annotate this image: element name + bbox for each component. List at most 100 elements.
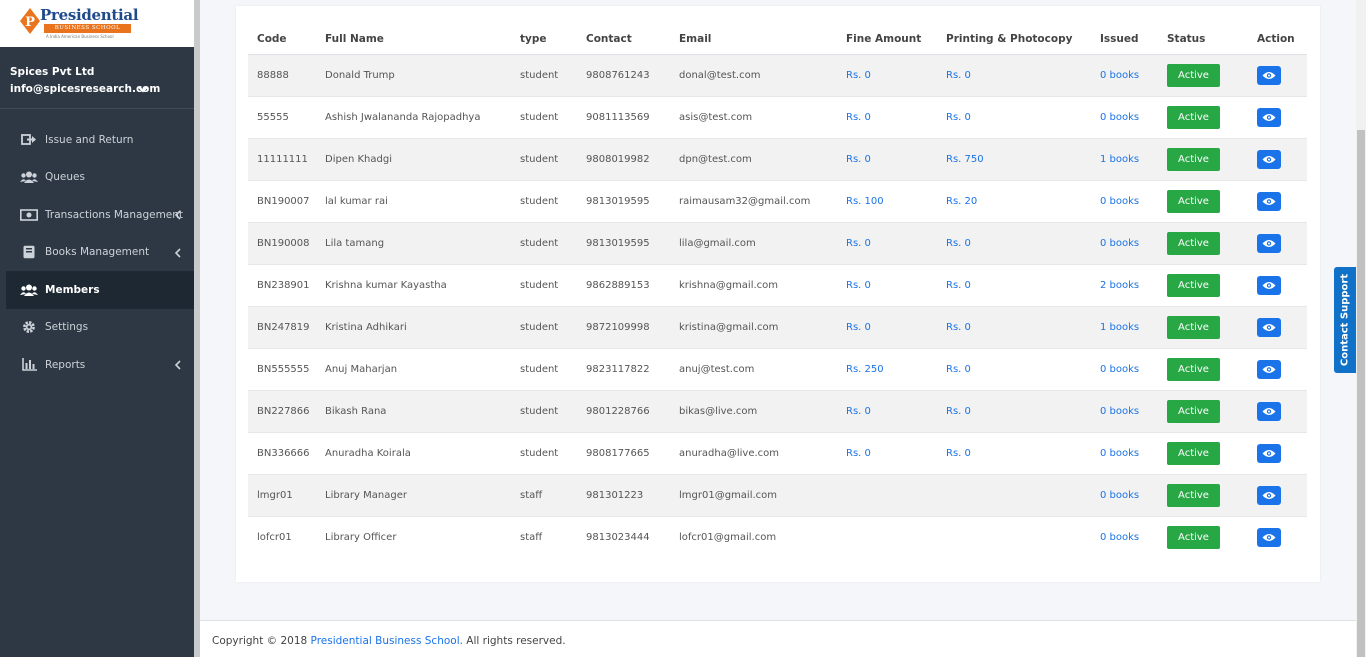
- cell-fine-amount[interactable]: Rs. 0: [837, 305, 937, 348]
- status-badge[interactable]: Active: [1167, 357, 1220, 381]
- cell-fine-amount[interactable]: Rs. 0: [837, 389, 937, 432]
- cell-issued[interactable]: 1 books: [1091, 305, 1158, 348]
- cell-status: Active: [1158, 221, 1248, 264]
- status-badge[interactable]: Active: [1167, 189, 1220, 213]
- cell-action: [1248, 389, 1307, 432]
- status-badge[interactable]: Active: [1167, 525, 1220, 549]
- cell-printing[interactable]: Rs. 20: [937, 179, 1091, 222]
- view-member-button[interactable]: [1257, 65, 1281, 85]
- sidebar-item-reports[interactable]: Reports: [6, 346, 194, 384]
- view-member-button[interactable]: [1257, 317, 1281, 337]
- cell-printing[interactable]: Rs. 0: [937, 431, 1091, 474]
- status-badge[interactable]: Active: [1167, 63, 1220, 87]
- cell-printing[interactable]: Rs. 0: [937, 389, 1091, 432]
- cell-printing[interactable]: Rs. 0: [937, 95, 1091, 138]
- status-badge[interactable]: Active: [1167, 147, 1220, 171]
- cell-fine-amount[interactable]: [837, 473, 937, 516]
- cell-fine-amount[interactable]: Rs. 0: [837, 263, 937, 306]
- sidebar-item-books-management[interactable]: Books Management: [6, 234, 194, 272]
- sidebar-item-queues[interactable]: Queues: [6, 159, 194, 197]
- cell-printing[interactable]: Rs. 0: [937, 53, 1091, 96]
- cell-issued[interactable]: 1 books: [1091, 137, 1158, 180]
- view-member-button[interactable]: [1257, 401, 1281, 421]
- cell-printing[interactable]: [937, 515, 1091, 558]
- status-badge[interactable]: Active: [1167, 231, 1220, 255]
- status-badge[interactable]: Active: [1167, 441, 1220, 465]
- cell-action: [1248, 431, 1307, 474]
- sidebar-item-issue-and-return[interactable]: Issue and Return: [6, 121, 194, 159]
- sidebar-item-members[interactable]: Members: [6, 271, 194, 309]
- contact-support-button[interactable]: Contact Support: [1334, 267, 1356, 373]
- column-header-status[interactable]: Status: [1158, 24, 1248, 55]
- chevron-down-icon[interactable]: [137, 84, 149, 94]
- column-header-full-name[interactable]: Full Name: [316, 24, 511, 55]
- cell-issued[interactable]: 2 books: [1091, 263, 1158, 306]
- column-header-printing[interactable]: Printing & Photocopy: [937, 24, 1091, 55]
- sidebar-scrollbar-thumb[interactable]: [194, 0, 200, 657]
- footer-brand-link[interactable]: Presidential Business School.: [311, 635, 463, 647]
- cell-code: lmgr01: [248, 473, 316, 516]
- cell-fine-amount[interactable]: [837, 515, 937, 558]
- cell-printing[interactable]: Rs. 0: [937, 263, 1091, 306]
- cell-status: Active: [1158, 95, 1248, 138]
- cell-fine-amount[interactable]: Rs. 0: [837, 53, 937, 96]
- cell-issued[interactable]: 0 books: [1091, 389, 1158, 432]
- view-member-button[interactable]: [1257, 149, 1281, 169]
- cell-issued[interactable]: 0 books: [1091, 179, 1158, 222]
- sidebar-item-transactions-management[interactable]: Transactions Management: [6, 196, 194, 234]
- cell-issued[interactable]: 0 books: [1091, 221, 1158, 264]
- cell-fine-amount[interactable]: Rs. 0: [837, 431, 937, 474]
- view-member-button[interactable]: [1257, 443, 1281, 463]
- view-member-button[interactable]: [1257, 527, 1281, 547]
- cell-issued[interactable]: 0 books: [1091, 473, 1158, 516]
- view-member-button[interactable]: [1257, 359, 1281, 379]
- view-member-button[interactable]: [1257, 107, 1281, 127]
- status-badge[interactable]: Active: [1167, 273, 1220, 297]
- cell-issued[interactable]: 0 books: [1091, 53, 1158, 96]
- cell-full-name: Library Manager: [316, 473, 511, 516]
- view-member-button[interactable]: [1257, 191, 1281, 211]
- view-member-button[interactable]: [1257, 233, 1281, 253]
- cell-printing[interactable]: Rs. 750: [937, 137, 1091, 180]
- cell-printing[interactable]: [937, 473, 1091, 516]
- logo[interactable]: P Presidential BUSINESS SCHOOL A India A…: [0, 0, 194, 47]
- cell-status: Active: [1158, 263, 1248, 306]
- cell-issued[interactable]: 0 books: [1091, 431, 1158, 474]
- column-header-email[interactable]: Email: [670, 24, 837, 55]
- sidebar-item-label: Queues: [45, 171, 85, 184]
- cell-printing[interactable]: Rs. 0: [937, 347, 1091, 390]
- status-badge[interactable]: Active: [1167, 483, 1220, 507]
- column-header-fine-amount[interactable]: Fine Amount: [837, 24, 937, 55]
- page-scrollbar[interactable]: [1356, 0, 1366, 657]
- column-header-type[interactable]: type: [511, 24, 577, 55]
- user-panel[interactable]: Spices Pvt Ltd info@spicesresearch.com: [0, 47, 194, 109]
- page-scrollbar-thumb[interactable]: [1357, 130, 1365, 657]
- cell-printing[interactable]: Rs. 0: [937, 305, 1091, 348]
- cell-fine-amount[interactable]: Rs. 0: [837, 137, 937, 180]
- column-header-code[interactable]: Code: [248, 24, 316, 55]
- status-badge[interactable]: Active: [1167, 315, 1220, 339]
- sidebar-item-settings[interactable]: Settings: [6, 309, 194, 347]
- cell-issued[interactable]: 0 books: [1091, 347, 1158, 390]
- logo-diamond-icon: P: [20, 8, 40, 34]
- cell-printing[interactable]: Rs. 0: [937, 221, 1091, 264]
- status-badge[interactable]: Active: [1167, 399, 1220, 423]
- cell-fine-amount[interactable]: Rs. 0: [837, 95, 937, 138]
- sidebar-scrollbar[interactable]: [194, 0, 200, 657]
- cell-issued[interactable]: 0 books: [1091, 95, 1158, 138]
- status-badge[interactable]: Active: [1167, 105, 1220, 129]
- cell-action: [1248, 347, 1307, 390]
- cell-issued[interactable]: 0 books: [1091, 515, 1158, 558]
- view-member-button[interactable]: [1257, 275, 1281, 295]
- cell-action: [1248, 95, 1307, 138]
- cell-type: staff: [511, 515, 577, 558]
- column-header-contact[interactable]: Contact: [577, 24, 670, 55]
- column-header-issued[interactable]: Issued: [1091, 24, 1158, 55]
- view-member-button[interactable]: [1257, 485, 1281, 505]
- cell-full-name: Ashish Jwalananda Rajopadhya: [316, 95, 511, 138]
- eye-icon: [1262, 71, 1276, 79]
- cell-fine-amount[interactable]: Rs. 100: [837, 179, 937, 222]
- cell-contact: 9813023444: [577, 515, 670, 558]
- cell-fine-amount[interactable]: Rs. 0: [837, 221, 937, 264]
- cell-fine-amount[interactable]: Rs. 250: [837, 347, 937, 390]
